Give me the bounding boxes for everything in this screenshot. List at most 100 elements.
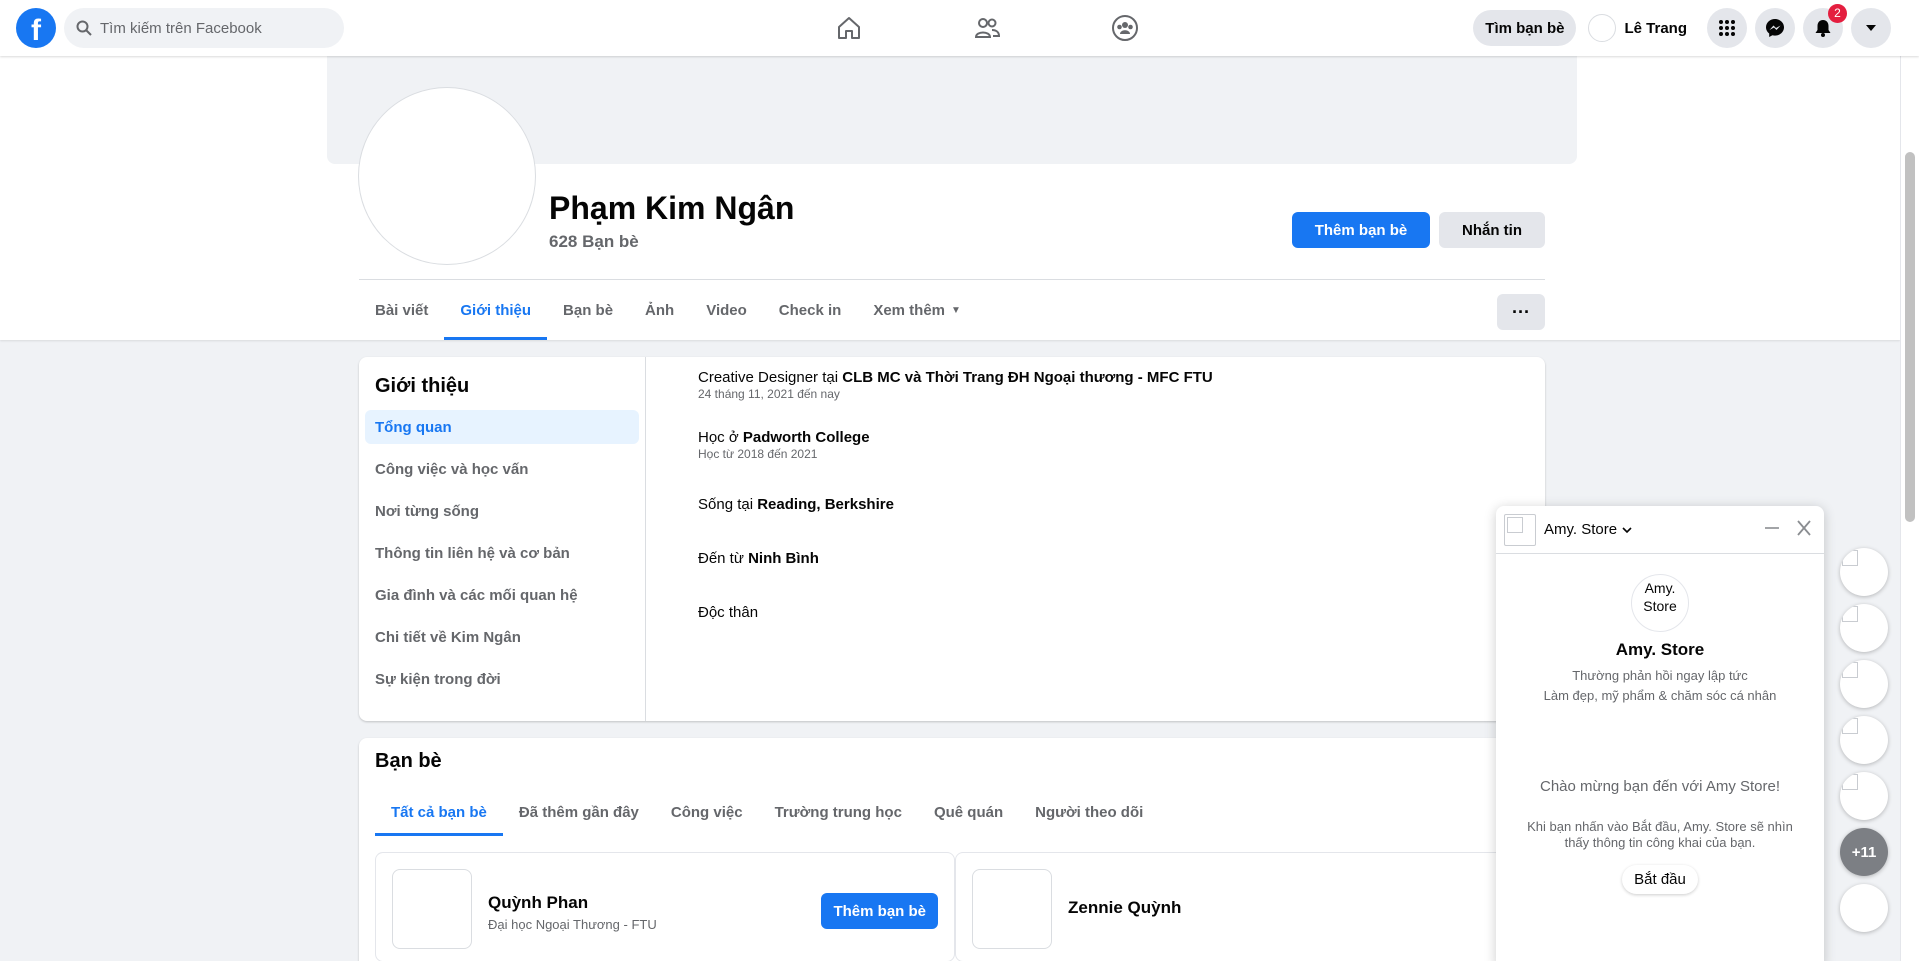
about-nav-family[interactable]: Gia đình và các mối quan hệ: [365, 578, 639, 612]
broken-image-icon: [1842, 774, 1858, 790]
new-message-button[interactable]: [1840, 884, 1888, 932]
about-nav-overview[interactable]: Tổng quan: [365, 410, 639, 444]
about-card: Giới thiệu Tổng quan Công việc và học vấ…: [359, 357, 1545, 721]
chat-head[interactable]: [1840, 548, 1888, 596]
minimize-icon: [1765, 527, 1779, 529]
account-menu-button[interactable]: [1851, 8, 1891, 48]
friend-name[interactable]: Zennie Quỳnh: [1068, 898, 1181, 918]
friends-nav-button[interactable]: [918, 0, 1056, 56]
work-dates: 24 tháng 11, 2021 đến nay: [698, 387, 840, 401]
chat-title-button[interactable]: Amy. Store: [1544, 521, 1633, 538]
notifications-button[interactable]: 2: [1803, 4, 1847, 48]
add-friend-button[interactable]: Thêm bạn bè: [821, 893, 938, 929]
friends-title[interactable]: Bạn bè: [375, 750, 442, 773]
get-started-button[interactable]: Bắt đầu: [1622, 865, 1698, 894]
friends-card: Bạn bè Tất cả bạn bè Đã thêm gần đây Côn…: [359, 738, 1545, 961]
caret-down-icon: [1866, 25, 1876, 31]
chat-body: Amy. Store Amy. Store Thường phản hồi ng…: [1496, 574, 1824, 894]
work-prefix: Creative Designer tại: [698, 369, 843, 386]
about-sidebar: Giới thiệu Tổng quan Công việc và học vấ…: [359, 357, 646, 721]
about-nav-life-events[interactable]: Sự kiện trong đời: [365, 662, 639, 696]
user-name: Lê Trang: [1624, 19, 1687, 37]
see-more-label: Xem thêm: [873, 301, 946, 319]
find-friends-button[interactable]: Tìm bạn bè: [1473, 10, 1577, 46]
list-item: Quỳnh Phan Đại học Ngoại Thương - FTU Th…: [375, 852, 955, 961]
chat-head[interactable]: [1840, 604, 1888, 652]
hometown-info: Đến từ Ninh Bình: [698, 550, 1213, 604]
tab-videos[interactable]: Video: [690, 280, 763, 340]
minimize-button[interactable]: [1762, 516, 1782, 546]
chat-head[interactable]: [1840, 716, 1888, 764]
hometown-link[interactable]: Ninh Bình: [748, 550, 819, 567]
tab-high-school[interactable]: Trường trung học: [759, 788, 918, 836]
home-nav-button[interactable]: [780, 0, 918, 56]
education-info: Học ở Padworth College Học từ 2018 đến 2…: [698, 429, 1213, 496]
facebook-logo[interactable]: f: [16, 8, 56, 48]
chat-heads: +11: [1840, 548, 1888, 940]
chat-head[interactable]: [1840, 772, 1888, 820]
about-nav-details[interactable]: Chi tiết về Kim Ngân: [365, 620, 639, 654]
about-nav-work-education[interactable]: Công việc và học vấn: [365, 452, 639, 486]
tab-photos[interactable]: Ảnh: [629, 280, 690, 340]
menu-button[interactable]: [1707, 8, 1747, 48]
chat-page-avatar[interactable]: [1504, 513, 1536, 546]
tab-friends[interactable]: Bạn bè: [547, 280, 629, 340]
tab-check-ins[interactable]: Check in: [763, 280, 858, 340]
broken-image-icon: [1842, 606, 1858, 622]
close-chat-button[interactable]: [1794, 516, 1814, 546]
chat-window: Amy. Store Amy. Store Amy. Store Thường …: [1496, 506, 1824, 961]
page-scrollbar[interactable]: [1900, 56, 1919, 961]
friend-subtitle: Đại học Ngoại Thương - FTU: [488, 917, 657, 932]
school-link[interactable]: Padworth College: [743, 429, 870, 446]
close-icon: [1797, 520, 1811, 536]
profile-shortcut[interactable]: Lê Trang: [1584, 10, 1699, 46]
more-chats-button[interactable]: +11: [1840, 828, 1888, 876]
current-city-link[interactable]: Reading, Berkshire: [757, 496, 894, 513]
education-text: Học ở Padworth College: [698, 429, 1213, 446]
tab-followers[interactable]: Người theo dõi: [1019, 788, 1159, 836]
friends-count[interactable]: 628 Bạn bè: [549, 232, 639, 252]
friend-photo[interactable]: [972, 869, 1052, 949]
scrollbar-thumb[interactable]: [1905, 152, 1915, 522]
search-box[interactable]: [64, 8, 344, 48]
groups-nav-button[interactable]: [1056, 0, 1194, 56]
broken-image-icon: [1842, 718, 1858, 734]
about-title: Giới thiệu: [375, 375, 470, 397]
more-options-button[interactable]: ···: [1497, 294, 1545, 330]
messenger-button[interactable]: [1755, 8, 1795, 48]
search-icon: [76, 20, 92, 36]
chat-head[interactable]: [1840, 660, 1888, 708]
about-nav-places-lived[interactable]: Nơi từng sống: [365, 494, 639, 528]
education-dates: Học từ 2018 đến 2021: [698, 447, 818, 461]
tab-all-friends[interactable]: Tất cả bạn bè: [375, 788, 503, 836]
add-friend-button[interactable]: Thêm bạn bè: [1292, 212, 1430, 248]
friend-photo[interactable]: [392, 869, 472, 949]
work-place-link[interactable]: CLB MC và Thời Trang ĐH Ngoại thương - M…: [842, 369, 1213, 386]
tab-hometown[interactable]: Quê quán: [918, 788, 1019, 836]
work-info: Creative Designer tại CLB MC và Thời Tra…: [698, 369, 1213, 429]
tab-about[interactable]: Giới thiệu: [444, 280, 547, 340]
tab-work[interactable]: Công việc: [655, 788, 759, 836]
hometown-prefix: Đến từ: [698, 550, 749, 567]
search-input[interactable]: [100, 19, 320, 37]
about-nav-contact-info[interactable]: Thông tin liên hệ và cơ bản: [365, 536, 639, 570]
notification-badge: 2: [1828, 4, 1847, 23]
list-item: Zennie Quỳnh: [955, 852, 1535, 961]
caret-down-icon: ▼: [951, 304, 961, 316]
broken-image-icon: [1842, 550, 1858, 566]
tab-see-more[interactable]: Xem thêm ▼: [857, 280, 977, 340]
main-nav: [780, 0, 1194, 56]
chat-welcome-message: Chào mừng bạn đến với Amy Store!: [1540, 778, 1780, 795]
friend-name[interactable]: Quỳnh Phan: [488, 893, 588, 913]
current-city-info: Sống tại Reading, Berkshire: [698, 496, 1213, 550]
chat-page-name: Amy. Store: [1615, 640, 1705, 659]
top-navigation-bar: f Tìm bạn bè Lê Trang: [0, 0, 1919, 56]
profile-header: Phạm Kim Ngân 628 Bạn bè Thêm bạn bè Nhắ…: [0, 56, 1900, 340]
broken-image-icon: [1842, 662, 1858, 678]
profile-name: Phạm Kim Ngân: [549, 190, 795, 226]
tab-posts[interactable]: Bài viết: [359, 280, 444, 340]
profile-picture[interactable]: [359, 88, 535, 264]
message-button[interactable]: Nhắn tin: [1439, 212, 1545, 248]
tab-recently-added[interactable]: Đã thêm gần đây: [503, 788, 655, 836]
chat-page-category: Làm đẹp, mỹ phẩm & chăm sóc cá nhân: [1543, 688, 1777, 703]
